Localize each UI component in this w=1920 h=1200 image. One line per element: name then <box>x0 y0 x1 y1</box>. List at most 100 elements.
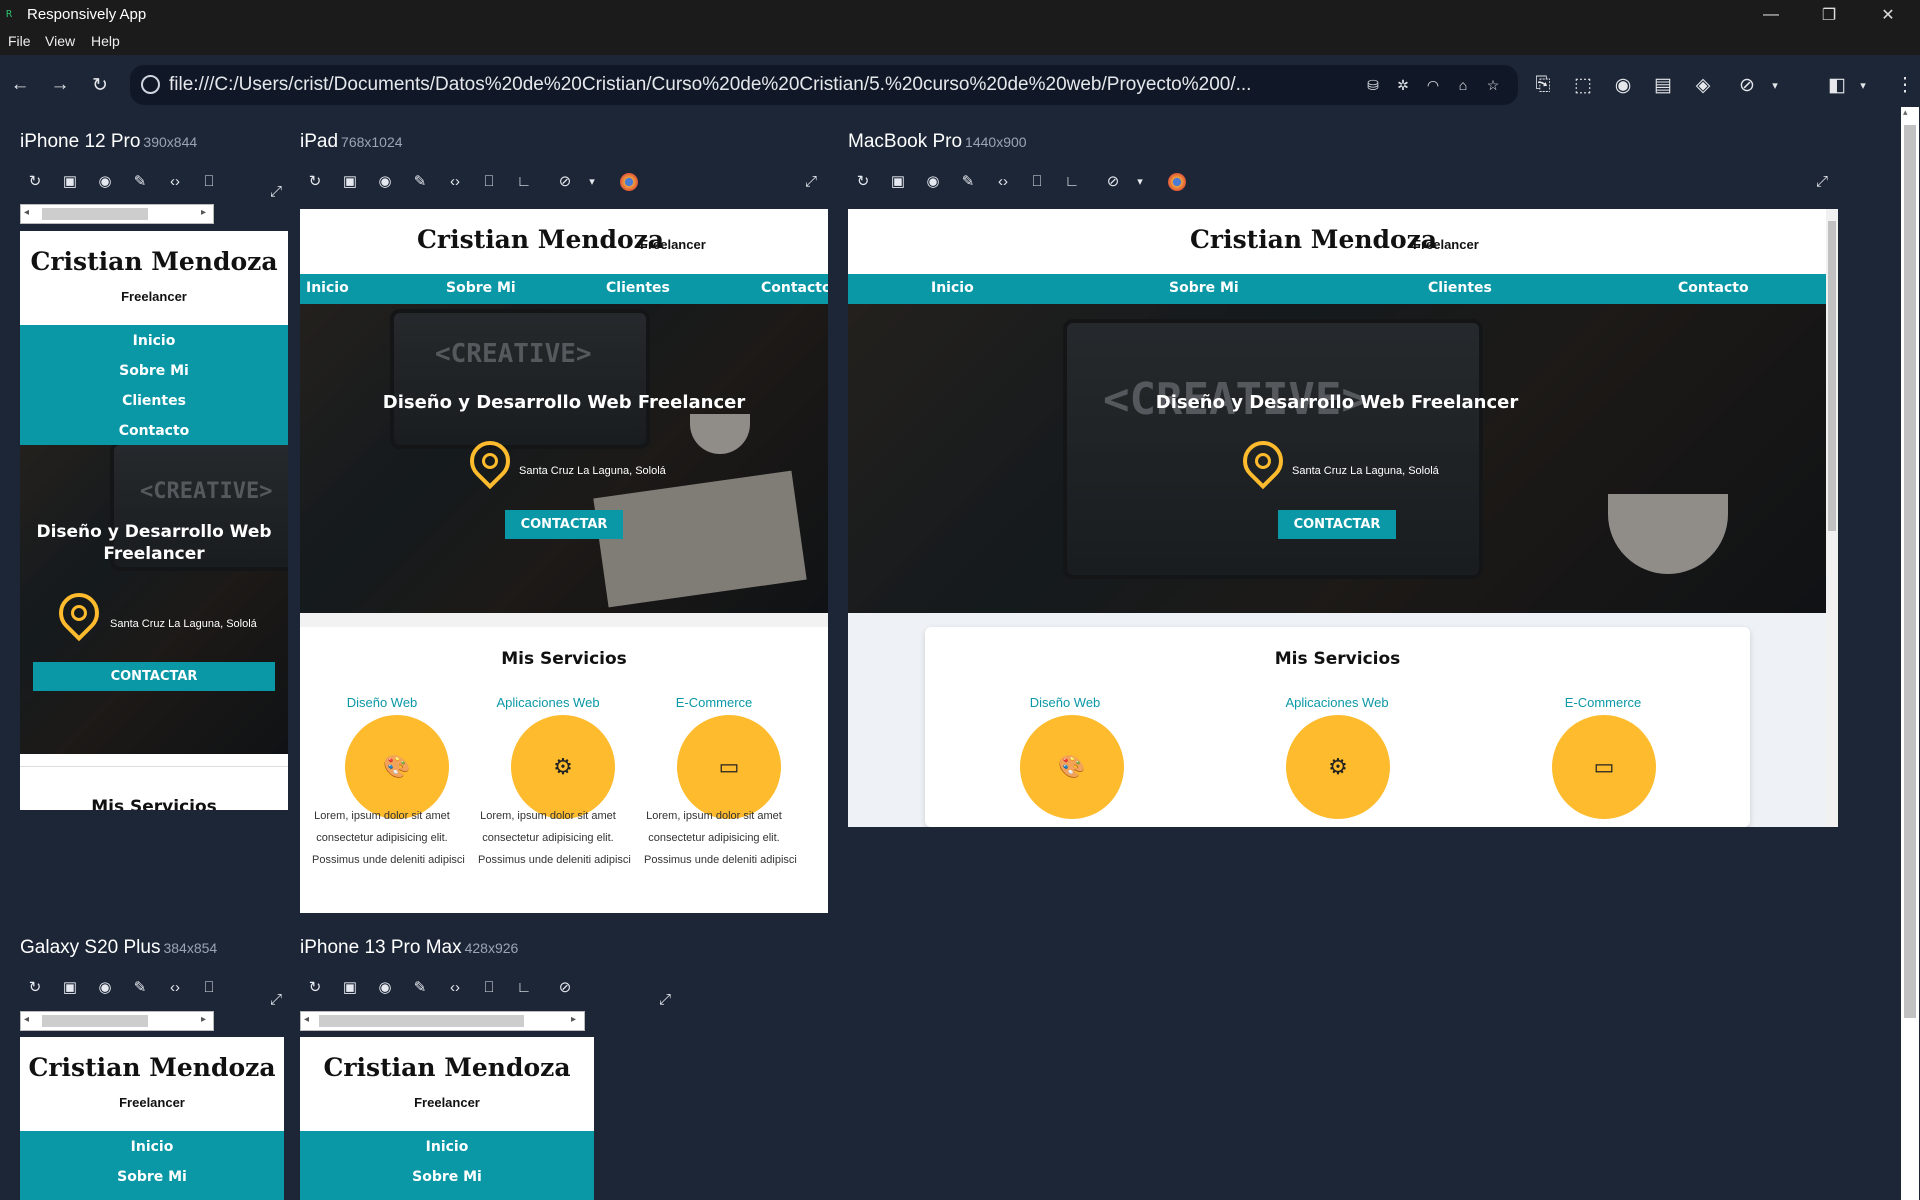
color-picker-icon[interactable]: ✎ <box>409 976 431 998</box>
horizontal-scrollbar[interactable]: ◂ ▸ <box>20 204 214 224</box>
camera-icon[interactable]: ◉ <box>922 170 944 192</box>
camera-icon[interactable]: ◉ <box>94 170 116 192</box>
nav-sobre-mi[interactable]: Sobre Mi <box>1169 280 1239 296</box>
chevron-down-icon[interactable]: ▾ <box>1763 73 1787 97</box>
devtools-icon[interactable]: ‹› <box>444 976 466 998</box>
menu-file[interactable]: File <box>8 33 31 49</box>
viewport-scrollbar[interactable] <box>1826 209 1838 827</box>
palette-icon: 🎨 <box>345 715 449 819</box>
devtools-icon[interactable]: ‹› <box>444 170 466 192</box>
rotate-icon[interactable]: ⎕ <box>478 976 500 998</box>
rotate-icon[interactable]: ⎕ <box>478 170 500 192</box>
scroll-thumb[interactable] <box>1904 125 1916 1018</box>
nav-sobre-mi[interactable]: Sobre Mi <box>446 280 516 296</box>
nav-inicio[interactable]: Inicio <box>20 1139 284 1155</box>
inspect-icon[interactable]: ⬚ <box>1571 73 1595 97</box>
color-picker-icon[interactable]: ✎ <box>957 170 979 192</box>
camera-icon[interactable]: ◉ <box>374 976 396 998</box>
restore-icon[interactable]: ❐ <box>1801 0 1857 29</box>
minimize-icon[interactable]: — <box>1743 0 1799 29</box>
chevron-down-icon[interactable]: ▾ <box>1851 73 1875 97</box>
ruler-icon[interactable]: ∟ <box>1061 170 1083 192</box>
nav-sobre-mi[interactable]: Sobre Mi <box>20 1169 284 1185</box>
menu-help[interactable]: Help <box>91 33 120 49</box>
nav-inicio[interactable]: Inicio <box>300 1139 594 1155</box>
contactar-button[interactable]: CONTACTAR <box>505 510 623 539</box>
preview-hide-icon[interactable]: ⊘ <box>1735 73 1759 97</box>
contactar-button[interactable]: CONTACTAR <box>33 662 275 691</box>
nav-inicio[interactable]: Inicio <box>306 280 349 296</box>
back-icon[interactable]: ← <box>8 73 32 97</box>
color-picker-icon[interactable]: ✎ <box>129 170 151 192</box>
full-screenshot-icon[interactable]: ▣ <box>59 976 81 998</box>
firefox-icon[interactable] <box>620 173 638 191</box>
ruler-icon[interactable]: ∟ <box>513 976 535 998</box>
ruler-icon[interactable]: ∟ <box>513 170 535 192</box>
expand-icon[interactable]: ⤢ <box>265 180 287 202</box>
refresh-icon[interactable]: ↻ <box>852 170 874 192</box>
camera-icon[interactable]: ◉ <box>94 976 116 998</box>
expand-icon[interactable]: ⤢ <box>1811 170 1833 192</box>
preview-hide-icon[interactable]: ⊘ <box>554 976 576 998</box>
more-icon[interactable]: ⋮ <box>1893 73 1917 97</box>
full-screenshot-icon[interactable]: ▣ <box>887 170 909 192</box>
refresh-icon[interactable]: ↻ <box>24 170 46 192</box>
color-picker-icon[interactable]: ✎ <box>409 170 431 192</box>
chevron-down-icon[interactable]: ▾ <box>581 170 603 192</box>
scroll-up-icon[interactable]: ▴ <box>1903 107 1908 118</box>
full-screenshot-icon[interactable]: ▣ <box>59 170 81 192</box>
device-layout-icon[interactable]: ⎘ <box>1531 73 1555 97</box>
network-icon[interactable]: ◠ <box>1423 75 1443 95</box>
home-icon[interactable]: ⌂ <box>1453 75 1473 95</box>
contactar-button[interactable]: CONTACTAR <box>1278 510 1396 539</box>
bookmark-star-icon[interactable]: ☆ <box>1483 75 1503 95</box>
forward-icon[interactable]: → <box>48 73 72 97</box>
clear-cache-icon[interactable]: ⛁ <box>1363 75 1383 95</box>
rotate-icon[interactable]: ⎕ <box>1026 170 1048 192</box>
refresh-icon[interactable]: ↻ <box>304 976 326 998</box>
document-icon[interactable]: ▤ <box>1651 73 1675 97</box>
nav-sobre-mi[interactable]: Sobre Mi <box>20 363 288 379</box>
horizontal-scrollbar[interactable]: ◂ ▸ <box>300 1011 585 1031</box>
screenshot-icon[interactable]: ◉ <box>1611 73 1635 97</box>
horizontal-scrollbar[interactable]: ◂ ▸ <box>20 1011 214 1031</box>
rotate-icon[interactable]: ⎕ <box>198 170 220 192</box>
nav-inicio[interactable]: Inicio <box>931 280 974 296</box>
nav-inicio[interactable]: Inicio <box>20 333 288 349</box>
hero-location: Santa Cruz La Laguna, Sololá <box>110 618 257 630</box>
preview-hide-icon[interactable]: ⊘ <box>1102 170 1124 192</box>
devtools-icon[interactable]: ‹› <box>164 976 186 998</box>
camera-icon[interactable]: ◉ <box>374 170 396 192</box>
color-picker-icon[interactable]: ✎ <box>129 976 151 998</box>
layers-icon[interactable]: ◈ <box>1691 73 1715 97</box>
refresh-icon[interactable]: ↻ <box>304 170 326 192</box>
nav-contacto[interactable]: Contacto <box>20 423 288 439</box>
app-scrollbar[interactable]: ▴ <box>1901 107 1919 1200</box>
devtools-icon[interactable]: ‹› <box>992 170 1014 192</box>
device-toolbar: ↻ ▣ ◉ ✎ ‹› ⎕ ⤢ <box>20 976 282 1008</box>
nav-contacto[interactable]: Contacto <box>761 280 828 296</box>
rotate-icon[interactable]: ⎕ <box>198 976 220 998</box>
close-icon[interactable]: ✕ <box>1860 0 1916 29</box>
clear-cookies-icon[interactable]: ✲ <box>1393 75 1413 95</box>
layout-icon[interactable]: ◧ <box>1825 73 1849 97</box>
nav-clientes[interactable]: Clientes <box>1428 280 1492 296</box>
devtools-icon[interactable]: ‹› <box>164 170 186 192</box>
nav-sobre-mi[interactable]: Sobre Mi <box>300 1169 594 1185</box>
preview-hide-icon[interactable]: ⊘ <box>554 170 576 192</box>
expand-icon[interactable]: ⤢ <box>800 170 822 192</box>
nav-contacto[interactable]: Contacto <box>1678 280 1749 296</box>
menu-view[interactable]: View <box>45 33 75 49</box>
expand-icon[interactable]: ⤢ <box>654 988 676 1010</box>
reload-icon[interactable]: ↻ <box>88 73 112 97</box>
url-text[interactable]: file:///C:/Users/crist/Documents/Datos%2… <box>169 74 1299 96</box>
firefox-icon[interactable] <box>1168 173 1186 191</box>
full-screenshot-icon[interactable]: ▣ <box>339 976 361 998</box>
nav-clientes[interactable]: Clientes <box>20 393 288 409</box>
expand-icon[interactable]: ⤢ <box>265 988 287 1010</box>
chevron-down-icon[interactable]: ▾ <box>1129 170 1151 192</box>
full-screenshot-icon[interactable]: ▣ <box>339 170 361 192</box>
address-bar[interactable]: file:///C:/Users/crist/Documents/Datos%2… <box>130 65 1518 105</box>
nav-clientes[interactable]: Clientes <box>606 280 670 296</box>
refresh-icon[interactable]: ↻ <box>24 976 46 998</box>
